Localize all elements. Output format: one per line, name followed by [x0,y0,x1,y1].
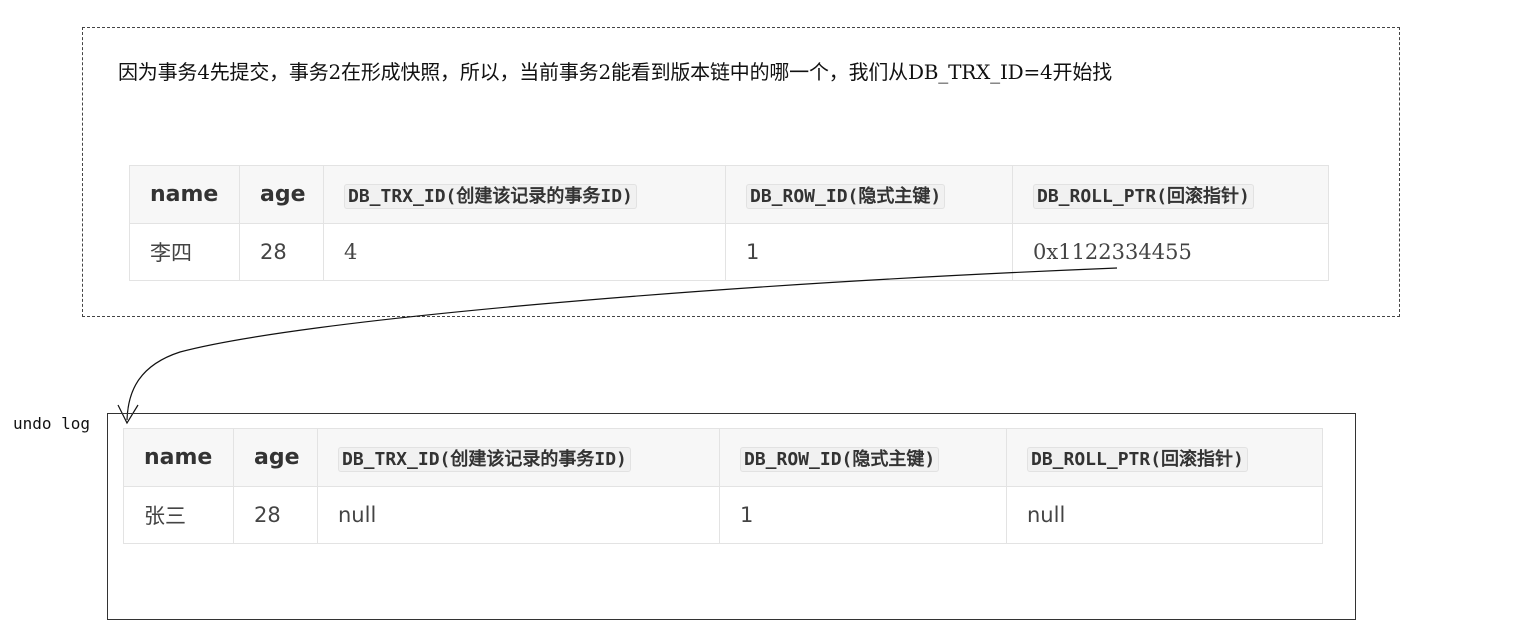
cell-age: 28 [233,486,318,544]
header-roll-ptr: DB_ROLL_PTR(回滚指针) [1006,428,1323,487]
header-row-id: DB_ROW_ID(隐式主键) [719,428,1007,487]
cell-roll-ptr: null [1006,486,1323,544]
header-age: age [233,428,318,487]
cell-row-id: 1 [719,486,1007,544]
cell-trx-id: null [317,486,720,544]
table-row: 张三 28 null 1 null [123,486,1323,544]
header-trx-id: DB_TRX_ID(创建该记录的事务ID) [317,428,720,487]
undo-record-table: name age DB_TRX_ID(创建该记录的事务ID) DB_ROW_ID… [123,428,1323,544]
cell-name: 张三 [123,486,234,544]
table-header-row: name age DB_TRX_ID(创建该记录的事务ID) DB_ROW_ID… [123,428,1323,487]
undo-log-label: undo log [13,414,91,433]
header-name: name [123,428,234,487]
